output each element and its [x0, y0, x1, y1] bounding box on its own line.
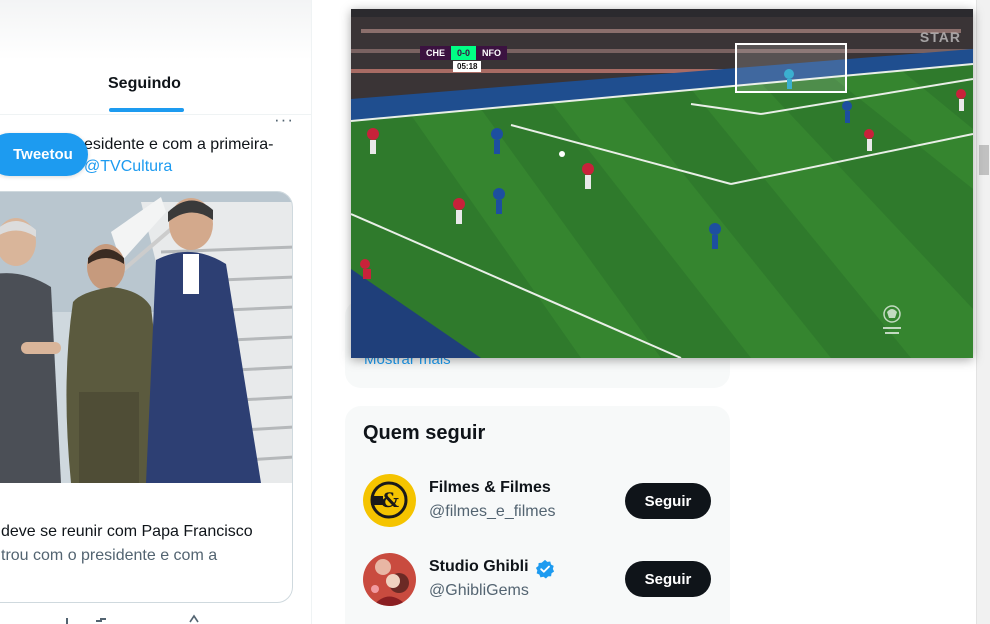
follow-suggestion[interactable]: & Filmes & Filmes @filmes_e_filmes Segui…: [345, 474, 730, 546]
account-handle[interactable]: @filmes_e_filmes: [429, 503, 556, 521]
follow-button[interactable]: Seguir: [625, 561, 711, 597]
ghibli-avatar-icon: [363, 553, 416, 606]
picture-in-picture-video[interactable]: CHE 0-0 NFO 05:18 STAR: [351, 9, 973, 358]
account-name[interactable]: Studio Ghibli: [429, 558, 529, 576]
match-score: 0-0: [451, 46, 477, 60]
card-headline: deve se reunir com Papa Francisco: [1, 523, 253, 540]
timeline-column: Seguindo ··· esidente e com a primeira- …: [0, 0, 312, 624]
follow-button[interactable]: Seguir: [625, 483, 711, 519]
page-scrollbar[interactable]: [976, 0, 990, 624]
premier-league-logo-icon: [883, 305, 901, 334]
card-photo: [0, 192, 292, 483]
tweet-hashtag-link[interactable]: @TVCultura: [84, 158, 172, 176]
tweet-hashtag-text: TVCultura: [100, 158, 173, 175]
svg-text:&: &: [381, 488, 399, 512]
match-scorebug: CHE 0-0 NFO 05:18: [420, 46, 508, 72]
reply-icon[interactable]: [66, 618, 68, 624]
more-options-icon[interactable]: ···: [274, 110, 294, 130]
broadcaster-watermark: STAR: [919, 29, 961, 45]
card-description: trou com o presidente e com a: [1, 547, 218, 564]
follow-suggestion[interactable]: Studio Ghibli @GhibliGems Seguir: [345, 553, 730, 624]
photo-illustration: [0, 192, 292, 483]
who-to-follow-title: Quem seguir: [363, 422, 486, 444]
tweeted-toast[interactable]: Tweetou: [0, 133, 88, 176]
match-clock: 05:18: [453, 61, 482, 72]
away-team: NFO: [476, 46, 508, 60]
retweet-icon[interactable]: [96, 618, 106, 622]
header-backdrop: [0, 0, 311, 60]
tabs-divider: [0, 114, 311, 115]
account-handle[interactable]: @GhibliGems: [429, 582, 529, 600]
tweet-text: esidente e com a primeira-: [84, 136, 274, 153]
active-tab-indicator: [109, 108, 184, 112]
filmes-logo-icon: &: [363, 474, 416, 527]
verified-badge-icon: [535, 559, 555, 579]
tab-following[interactable]: Seguindo: [108, 75, 181, 93]
account-name[interactable]: Filmes & Filmes: [429, 479, 551, 497]
home-team: CHE: [420, 46, 452, 60]
share-icon[interactable]: [189, 614, 199, 623]
avatar[interactable]: &: [363, 474, 416, 527]
scrollbar-thumb[interactable]: [979, 145, 989, 175]
avatar[interactable]: [363, 553, 416, 606]
link-card[interactable]: deve se reunir com Papa Francisco trou c…: [0, 191, 293, 603]
tweet-actions-row: [66, 614, 199, 624]
